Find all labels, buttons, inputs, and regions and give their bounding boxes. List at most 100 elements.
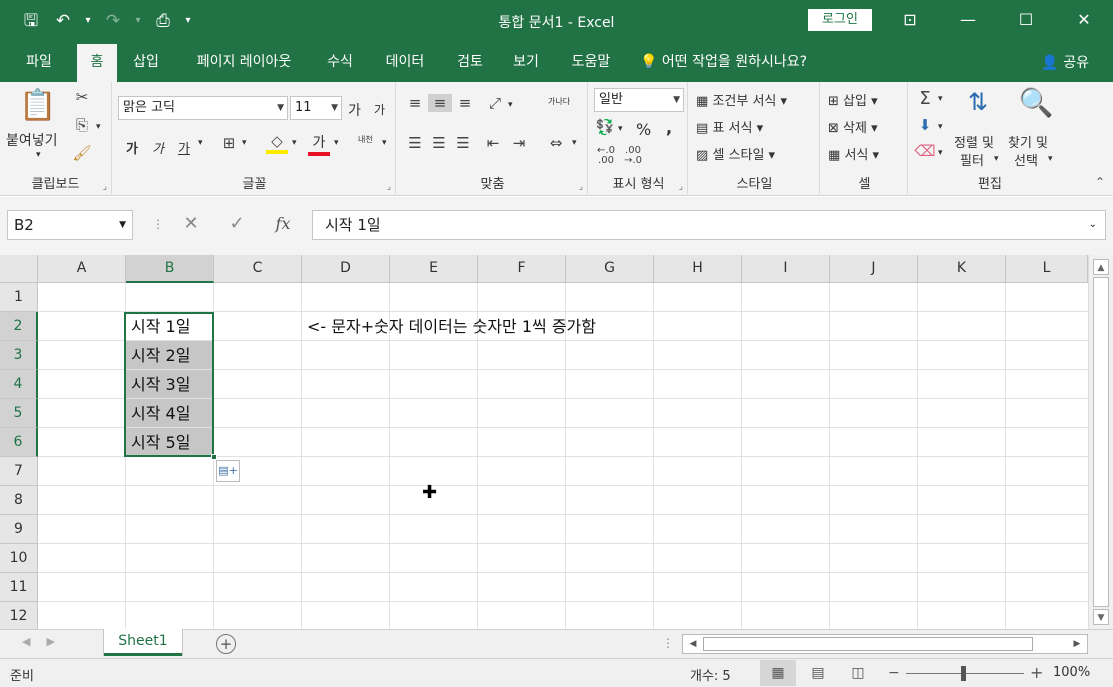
select-all-button[interactable] xyxy=(0,255,38,283)
sheet-tab-sheet1[interactable]: Sheet1 xyxy=(104,629,182,656)
borders-dropdown-icon[interactable]: ▾ xyxy=(242,138,247,148)
wrap-text-button[interactable]: 가나다 xyxy=(548,96,570,107)
underline-button[interactable]: 가 xyxy=(178,138,190,157)
row-header-10[interactable]: 10 xyxy=(0,544,38,573)
clear-icon[interactable]: ⌫ xyxy=(914,142,936,160)
find-select-icon[interactable]: 🔍 xyxy=(1014,86,1058,119)
vertical-scrollbar[interactable]: ▲ ▼ xyxy=(1088,255,1113,629)
find-select-dropdown-icon[interactable]: ▾ xyxy=(1048,154,1053,164)
paste-icon[interactable]: 📋 xyxy=(18,88,58,123)
fill-color-dropdown-icon[interactable]: ▾ xyxy=(292,138,297,148)
clipboard-launcher-icon[interactable]: ⌟ xyxy=(103,182,107,192)
number-format-combo[interactable]: 일반 ▼ xyxy=(594,88,684,112)
column-header-g[interactable]: G xyxy=(566,255,654,283)
cell-d2[interactable]: <- 문자+숫자 데이터는 숫자만 1씩 증가함 xyxy=(302,312,596,340)
tab-home[interactable]: 홈 xyxy=(77,44,117,82)
format-as-table-button[interactable]: ▤ 표 서식 ▾ xyxy=(696,117,763,136)
italic-button[interactable]: 가 xyxy=(152,138,164,157)
format-cells-button[interactable]: ▦ 서식 ▾ xyxy=(828,144,879,163)
sort-filter-label-2[interactable]: 필터 xyxy=(960,150,984,169)
paste-dropdown-icon[interactable]: ▾ xyxy=(36,150,41,160)
sort-filter-icon[interactable]: ⇅ xyxy=(956,88,1000,116)
tab-help[interactable]: 도움말 xyxy=(562,44,620,82)
split-handle-icon[interactable]: ⋮ xyxy=(662,636,674,650)
column-header-i[interactable]: I xyxy=(742,255,830,283)
page-break-view-icon[interactable]: ◫ xyxy=(840,660,876,686)
scroll-left-icon[interactable]: ◀ xyxy=(685,637,701,651)
zoom-out-icon[interactable]: − xyxy=(888,665,900,681)
copy-icon[interactable]: ⎘ xyxy=(72,116,92,134)
redo-dropdown-icon[interactable]: ▾ xyxy=(132,8,144,34)
phonetic-dropdown-icon[interactable]: ▾ xyxy=(382,138,387,148)
sort-filter-label-1[interactable]: 정렬 및 xyxy=(954,132,994,151)
tab-file[interactable]: 파일 xyxy=(14,44,64,82)
print-preview-icon[interactable]: ⎙ xyxy=(150,8,176,34)
align-left-icon[interactable]: ☰ xyxy=(404,134,426,152)
row-header-3[interactable]: 3 xyxy=(0,341,38,370)
column-header-e[interactable]: E xyxy=(390,255,478,283)
column-header-h[interactable]: H xyxy=(654,255,742,283)
tab-formulas[interactable]: 수식 xyxy=(318,44,362,82)
row-header-1[interactable]: 1 xyxy=(0,283,38,312)
underline-dropdown-icon[interactable]: ▾ xyxy=(198,138,203,148)
row-header-7[interactable]: 7 xyxy=(0,457,38,486)
format-painter-icon[interactable]: 🖌 xyxy=(72,144,92,162)
clear-dropdown-icon[interactable]: ▾ xyxy=(938,148,943,158)
autosum-dropdown-icon[interactable]: ▾ xyxy=(938,94,943,104)
align-top-icon[interactable]: ≡ xyxy=(404,94,426,112)
phonetic-button[interactable]: 내천 xyxy=(358,134,373,145)
page-layout-view-icon[interactable]: ▤ xyxy=(800,660,836,686)
increase-indent-icon[interactable]: ⇥ xyxy=(508,134,530,152)
cancel-icon[interactable]: ⋮ xyxy=(148,210,168,238)
row-header-2[interactable]: 2 xyxy=(0,312,38,341)
tab-review[interactable]: 검토 xyxy=(448,44,492,82)
save-icon[interactable]: 🖫 xyxy=(18,8,44,34)
row-header-12[interactable]: 12 xyxy=(0,602,38,629)
merge-dropdown-icon[interactable]: ▾ xyxy=(572,138,577,148)
tab-page-layout[interactable]: 페이지 레이아웃 xyxy=(184,44,304,82)
comma-button[interactable]: , xyxy=(666,118,672,137)
grow-font-button[interactable]: 가 xyxy=(348,100,361,120)
undo-icon[interactable]: ↶ xyxy=(50,8,76,34)
accounting-format-icon[interactable]: 💱 xyxy=(594,118,616,136)
copy-dropdown-icon[interactable]: ▾ xyxy=(96,122,101,132)
redo-icon[interactable]: ↷ xyxy=(100,8,126,34)
insert-cells-button[interactable]: ⊞ 삽입 ▾ xyxy=(828,90,878,109)
align-bottom-icon[interactable]: ≡ xyxy=(454,94,476,112)
collapse-ribbon-icon[interactable]: ⌃ xyxy=(1095,175,1105,189)
decrease-decimal-icon[interactable]: .00 →.0 xyxy=(620,146,646,166)
share-button[interactable]: 👤 공유 xyxy=(1041,44,1089,82)
horizontal-scrollbar[interactable]: ◀ ▶ xyxy=(682,634,1088,654)
row-header-9[interactable]: 9 xyxy=(0,515,38,544)
font-name-combo[interactable]: 맑은 고딕 ▼ xyxy=(118,96,288,120)
align-center-icon[interactable]: ☰ xyxy=(428,134,450,152)
find-select-label-2[interactable]: 선택 xyxy=(1014,150,1038,169)
row-header-5[interactable]: 5 xyxy=(0,399,38,428)
zoom-level[interactable]: 100% xyxy=(1053,665,1090,680)
column-header-c[interactable]: C xyxy=(214,255,302,283)
font-color-dropdown-icon[interactable]: ▾ xyxy=(334,138,339,148)
paste-label[interactable]: 붙여넣기 xyxy=(6,130,58,150)
fill-icon[interactable]: ⬇ xyxy=(914,116,936,134)
tab-view[interactable]: 보기 xyxy=(504,44,548,82)
cancel-entry-icon[interactable]: ✕ xyxy=(168,210,214,238)
fill-dropdown-icon[interactable]: ▾ xyxy=(938,122,943,132)
conditional-formatting-button[interactable]: ▦ 조건부 서식 ▾ xyxy=(696,90,787,109)
merge-center-icon[interactable]: ⇔ xyxy=(544,134,568,152)
accounting-dropdown-icon[interactable]: ▾ xyxy=(618,124,623,134)
minimize-icon[interactable]: — xyxy=(939,0,997,40)
row-header-8[interactable]: 8 xyxy=(0,486,38,515)
align-middle-icon[interactable]: ≡ xyxy=(428,94,452,112)
login-button[interactable]: 로그인 xyxy=(808,9,872,31)
orientation-icon[interactable]: ⤢ xyxy=(484,94,506,112)
maximize-icon[interactable]: ☐ xyxy=(997,0,1055,40)
customize-qat-icon[interactable]: ▾ xyxy=(182,8,194,34)
row-header-6[interactable]: 6 xyxy=(0,428,38,457)
name-box[interactable]: B2 ▼ xyxy=(7,210,133,240)
autofill-options-icon[interactable]: ▤+ xyxy=(216,460,240,482)
enter-icon[interactable]: ✓ xyxy=(214,210,260,238)
font-launcher-icon[interactable]: ⌟ xyxy=(387,182,391,192)
decrease-indent-icon[interactable]: ⇤ xyxy=(482,134,504,152)
tell-me-box[interactable]: 💡 어떤 작업을 원하시나요? xyxy=(640,44,807,80)
find-select-label-1[interactable]: 찾기 및 xyxy=(1008,132,1048,151)
